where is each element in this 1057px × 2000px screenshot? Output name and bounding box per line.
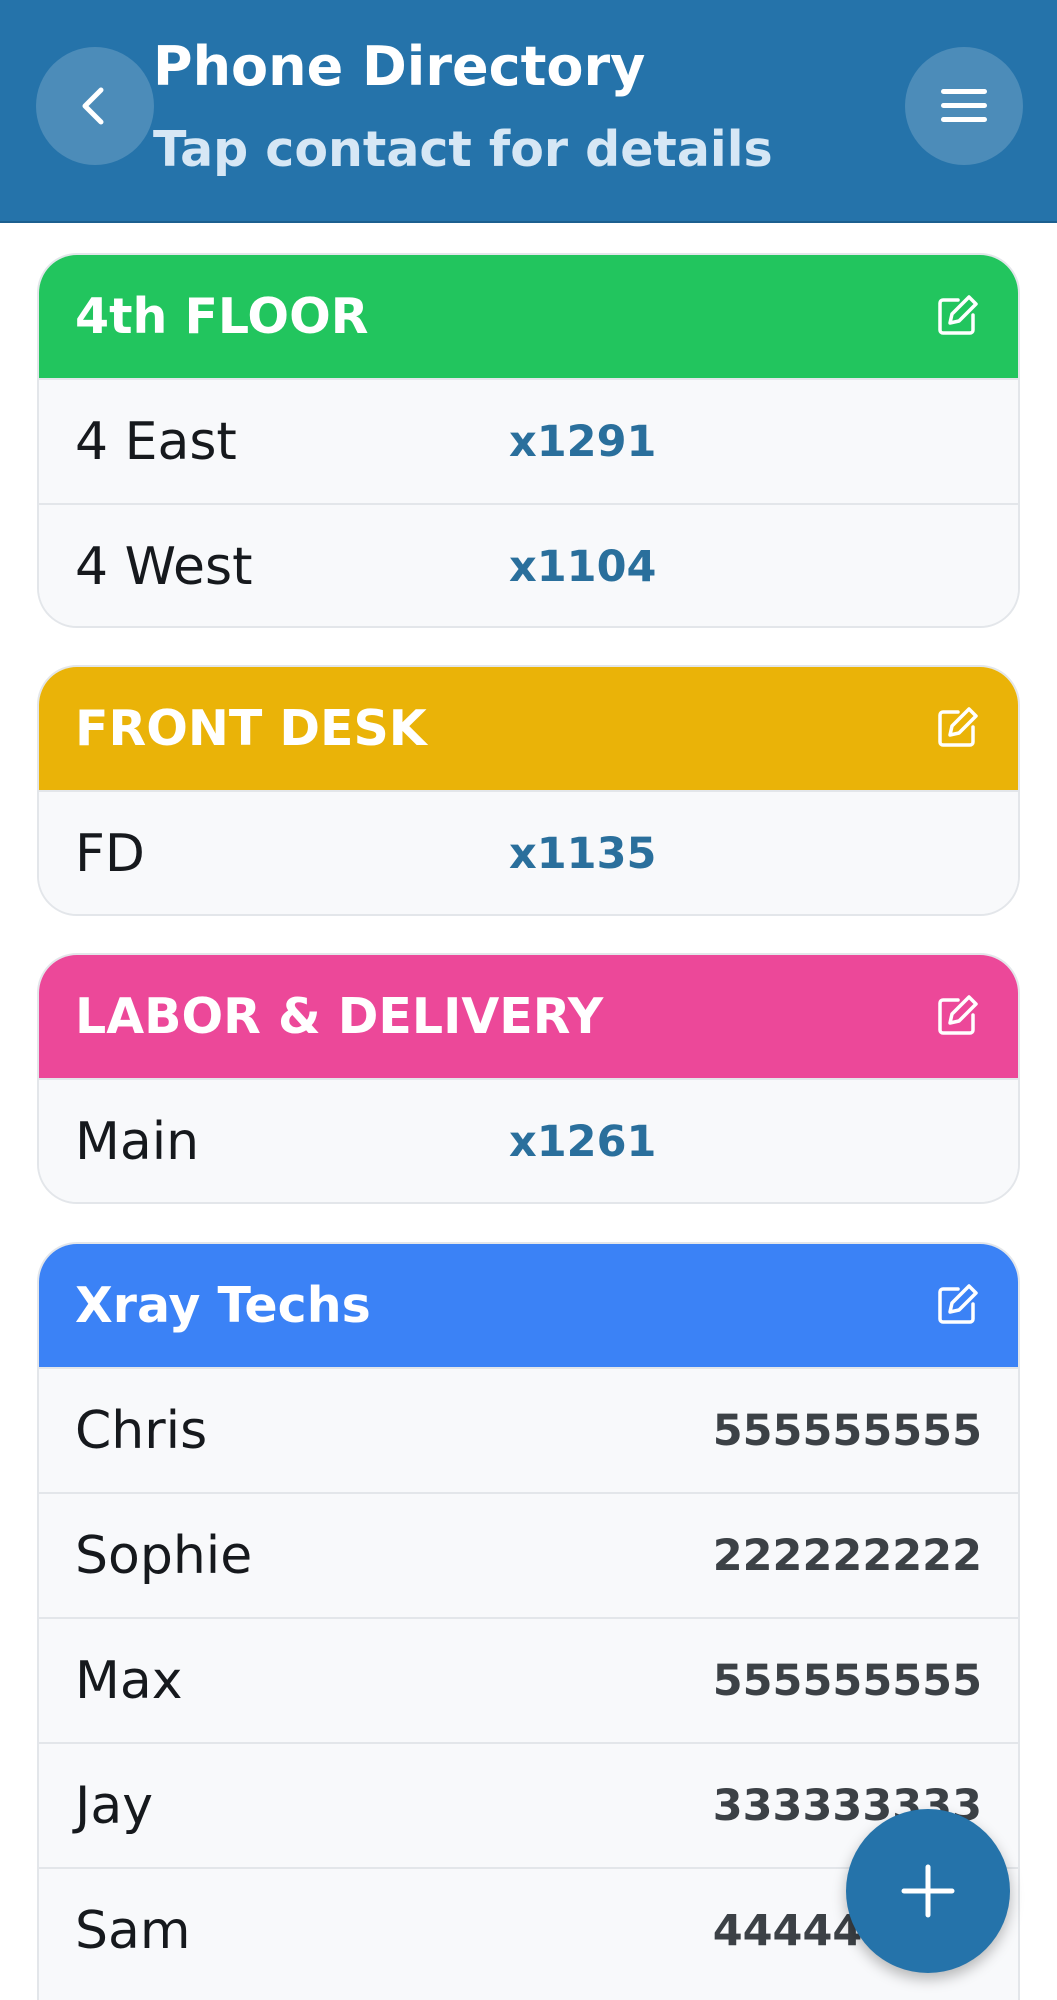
section-title: Xray Techs bbox=[75, 1277, 371, 1334]
edit-icon[interactable] bbox=[934, 993, 980, 1039]
contact-row[interactable]: Main x1261 bbox=[39, 1078, 1018, 1202]
back-button[interactable] bbox=[36, 47, 154, 165]
plus-icon bbox=[901, 1864, 955, 1918]
contact-row[interactable]: 4 West x1104 bbox=[39, 503, 1018, 626]
contact-name: Main bbox=[75, 1111, 200, 1172]
edit-icon[interactable] bbox=[934, 1282, 980, 1328]
contact-extension[interactable]: x1104 bbox=[509, 542, 656, 592]
chevron-left-icon bbox=[82, 87, 104, 125]
contact-name: FD bbox=[75, 823, 145, 884]
section-header: Xray Techs bbox=[39, 1244, 1018, 1367]
contact-extension[interactable]: x1261 bbox=[509, 1117, 656, 1167]
page-title: Phone Directory bbox=[153, 35, 646, 98]
contact-row[interactable]: FD x1135 bbox=[39, 790, 1018, 914]
contact-row[interactable]: Chris 555555555 bbox=[39, 1367, 1018, 1492]
section-header: 4th FLOOR bbox=[39, 255, 1018, 378]
contact-row[interactable]: 4 East x1291 bbox=[39, 378, 1018, 503]
add-contact-button[interactable] bbox=[846, 1809, 1010, 1973]
contact-number[interactable]: 555555555 bbox=[713, 1656, 982, 1706]
app-header: Phone Directory Tap contact for details bbox=[0, 0, 1057, 223]
page-subtitle: Tap contact for details bbox=[153, 121, 773, 178]
section-header: LABOR & DELIVERY bbox=[39, 955, 1018, 1078]
section-card-4th-floor: 4th FLOOR 4 East x1291 4 West x1104 bbox=[37, 253, 1020, 628]
section-header: FRONT DESK bbox=[39, 667, 1018, 790]
edit-icon[interactable] bbox=[934, 705, 980, 751]
contact-name: 4 East bbox=[75, 411, 237, 472]
hamburger-menu-icon bbox=[941, 89, 987, 122]
contact-number[interactable]: 555555555 bbox=[713, 1406, 982, 1456]
section-title: 4th FLOOR bbox=[75, 288, 369, 345]
contact-extension[interactable]: x1291 bbox=[509, 417, 656, 467]
contact-row[interactable]: Max 555555555 bbox=[39, 1617, 1018, 1742]
contact-name: Jay bbox=[75, 1775, 153, 1836]
section-title: LABOR & DELIVERY bbox=[75, 988, 604, 1045]
contact-row[interactable]: Sophie 222222222 bbox=[39, 1492, 1018, 1617]
contact-name: Sam bbox=[75, 1900, 191, 1961]
section-card-labor-delivery: LABOR & DELIVERY Main x1261 bbox=[37, 953, 1020, 1204]
contact-name: Chris bbox=[75, 1400, 208, 1461]
contact-name: Max bbox=[75, 1650, 183, 1711]
menu-button[interactable] bbox=[905, 47, 1023, 165]
contact-number[interactable]: 222222222 bbox=[713, 1531, 982, 1581]
section-title: FRONT DESK bbox=[75, 700, 427, 757]
section-card-front-desk: FRONT DESK FD x1135 bbox=[37, 665, 1020, 916]
contact-name: 4 West bbox=[75, 536, 253, 597]
contact-extension[interactable]: x1135 bbox=[509, 829, 656, 879]
contact-name: Sophie bbox=[75, 1525, 253, 1586]
edit-icon[interactable] bbox=[934, 293, 980, 339]
